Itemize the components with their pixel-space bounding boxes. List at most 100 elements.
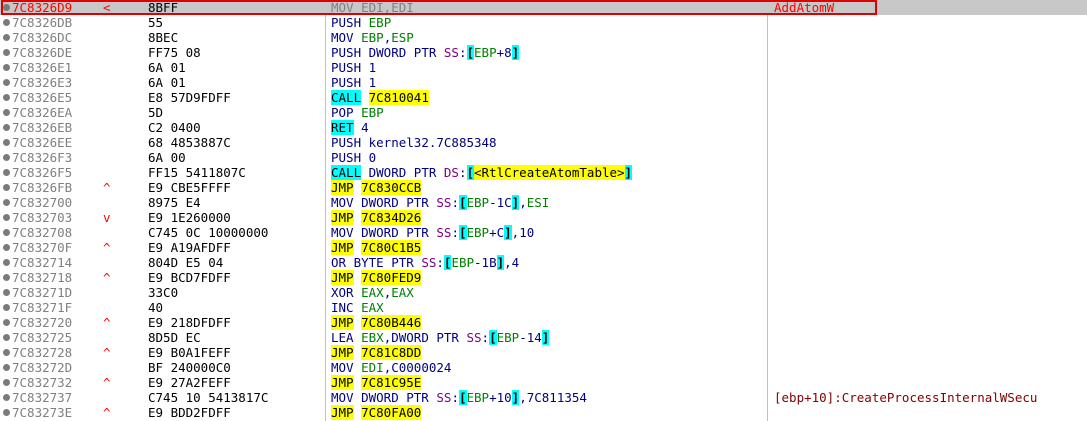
breakpoint-dot-icon[interactable] <box>3 124 10 131</box>
disasm-row[interactable]: 7C8326EA 5D POP EBP <box>0 105 1087 120</box>
jump-arrow-icon: v <box>103 210 111 225</box>
breakpoint-dot-icon[interactable] <box>3 169 10 176</box>
address: 7C832708 <box>12 225 73 240</box>
breakpoint-dot-icon[interactable] <box>3 364 10 371</box>
disasm-row[interactable]: 7C83271D 33C0 XOR EAX,EAX <box>0 285 1087 300</box>
disasm-row[interactable]: 7C8326FB ^ E9 CBE5FFFF JMP 7C830CCB <box>0 180 1087 195</box>
disasm-row[interactable]: 7C832737 C745 10 5413817C MOV DWORD PTR SS… <box>0 390 1087 405</box>
jump-arrow-icon: ^ <box>103 405 111 420</box>
address: 7C83270F <box>12 240 73 255</box>
breakpoint-dot-icon[interactable] <box>3 289 10 296</box>
instruction: PUSH 1 <box>331 60 377 75</box>
instruction: OR BYTE PTR SS:[EBP-1B],4 <box>331 255 520 270</box>
opcode-bytes: E9 BDD2FDFF <box>148 405 231 420</box>
disasm-row[interactable]: 7C832700 8975 E4 MOV DWORD PTR SS:[EBP-1C]… <box>0 195 1087 210</box>
instruction: PUSH EBP <box>331 15 392 30</box>
disasm-row[interactable]: 7C8326DC 8BEC MOV EBP,ESP <box>0 30 1087 45</box>
breakpoint-dot-icon[interactable] <box>3 304 10 311</box>
opcode-bytes: E9 A19AFDFF <box>148 240 231 255</box>
breakpoint-dot-icon[interactable] <box>3 154 10 161</box>
disasm-row[interactable]: 7C832728 ^ E9 B0A1FEFF JMP 7C81C8DD <box>0 345 1087 360</box>
breakpoint-dot-icon[interactable] <box>3 214 10 221</box>
breakpoint-dot-icon[interactable] <box>3 184 10 191</box>
breakpoint-dot-icon[interactable] <box>3 139 10 146</box>
breakpoint-dot-icon[interactable] <box>3 274 10 281</box>
disasm-row[interactable]: 7C832720 ^ E9 218DFDFF JMP 7C80B446 <box>0 315 1087 330</box>
jump-arrow-icon: ^ <box>103 345 111 360</box>
address: 7C8326EE <box>12 135 73 150</box>
address: 7C8326F5 <box>12 165 73 180</box>
disassembly-view[interactable]: 7C8326D9 <8BFF MOV EDI,EDI AddAtomW 7C8326DB… <box>0 0 1087 421</box>
instruction: PUSH DWORD PTR SS:[EBP+8] <box>331 45 520 60</box>
disasm-row[interactable]: 7C832714 804D E5 04 OR BYTE PTR SS:[EBP-1B… <box>0 255 1087 270</box>
breakpoint-dot-icon[interactable] <box>3 244 10 251</box>
opcode-bytes: 8BEC <box>148 30 179 45</box>
breakpoint-dot-icon[interactable] <box>3 334 10 341</box>
instruction: MOV EDI,C0000024 <box>331 360 452 375</box>
instruction: JMP 7C80B446 <box>331 315 422 330</box>
disasm-row[interactable]: 7C8326D9 <8BFF MOV EDI,EDI AddAtomW <box>0 0 1087 15</box>
breakpoint-dot-icon[interactable] <box>3 259 10 266</box>
opcode-bytes: 55 <box>148 15 164 30</box>
disasm-row[interactable]: 7C832703 v E9 1E260000 JMP 7C834D26 <box>0 210 1087 225</box>
breakpoint-dot-icon[interactable] <box>3 4 10 11</box>
address: 7C8326EB <box>12 120 73 135</box>
disasm-row[interactable]: 7C832718 ^ E9 BCD7FDFF JMP 7C80FED9 <box>0 270 1087 285</box>
disasm-row[interactable]: 7C8326E1 6A 01 PUSH 1 <box>0 60 1087 75</box>
disasm-row[interactable]: 7C8326DE FF75 08 PUSH DWORD PTR SS:[EBP+8] <box>0 45 1087 60</box>
instruction: JMP 7C834D26 <box>331 210 422 225</box>
opcode-bytes: 33C0 <box>148 285 179 300</box>
breakpoint-dot-icon[interactable] <box>3 409 10 416</box>
disasm-row[interactable]: 7C83271F 40 INC EAX <box>0 300 1087 315</box>
disasm-row[interactable]: 7C83270F ^ E9 A19AFDFF JMP 7C80C1B5 <box>0 240 1087 255</box>
disasm-row[interactable]: 7C8326EB C2 0400 RET 4 <box>0 120 1087 135</box>
address: 7C8326DC <box>12 30 73 45</box>
breakpoint-dot-icon[interactable] <box>3 109 10 116</box>
disassembly-rows: 7C8326D9 <8BFF MOV EDI,EDI AddAtomW 7C8326DB… <box>0 0 1087 420</box>
breakpoint-dot-icon[interactable] <box>3 79 10 86</box>
address: 7C832703 <box>12 210 73 225</box>
comment: AddAtomW <box>774 0 835 15</box>
breakpoint-dot-icon[interactable] <box>3 319 10 326</box>
instruction: CALL DWORD PTR DS:[<RtlCreateAtomTable>] <box>331 165 633 180</box>
disasm-row[interactable]: 7C83273E ^ E9 BDD2FDFF JMP 7C80FA00 <box>0 405 1087 420</box>
instruction: MOV DWORD PTR SS:[EBP+C],10 <box>331 225 535 240</box>
breakpoint-dot-icon[interactable] <box>3 349 10 356</box>
breakpoint-dot-icon[interactable] <box>3 199 10 206</box>
breakpoint-dot-icon[interactable] <box>3 64 10 71</box>
instruction: LEA EBX,DWORD PTR SS:[EBP-14] <box>331 330 550 345</box>
disasm-row[interactable]: 7C832725 8D5D EC LEA EBX,DWORD PTR SS:[EBP… <box>0 330 1087 345</box>
instruction: MOV DWORD PTR SS:[EBP-1C],ESI <box>331 195 550 210</box>
address: 7C8326E5 <box>12 90 73 105</box>
disasm-row[interactable]: 7C8326E3 6A 01 PUSH 1 <box>0 75 1087 90</box>
address: 7C832720 <box>12 315 73 330</box>
breakpoint-dot-icon[interactable] <box>3 94 10 101</box>
disasm-row[interactable]: 7C8326DB 55 PUSH EBP <box>0 15 1087 30</box>
disasm-row[interactable]: 7C83272D BF 240000C0 MOV EDI,C0000024 <box>0 360 1087 375</box>
instruction: PUSH 0 <box>331 150 377 165</box>
disasm-row[interactable]: 7C8326F3 6A 00 PUSH 0 <box>0 150 1087 165</box>
breakpoint-dot-icon[interactable] <box>3 49 10 56</box>
instruction: JMP 7C81C8DD <box>331 345 422 360</box>
opcode-bytes: 8BFF <box>148 0 179 15</box>
opcode-bytes: E9 1E260000 <box>148 210 231 225</box>
jump-arrow-icon: ^ <box>103 180 111 195</box>
instruction: PUSH kernel32.7C885348 <box>331 135 497 150</box>
instruction: POP EBP <box>331 105 384 120</box>
comment: [ebp+10]:CreateProcessInternalWSecu <box>774 390 1038 405</box>
disasm-row[interactable]: 7C832732 ^ E9 27A2FEFF JMP 7C81C95E <box>0 375 1087 390</box>
address: 7C832737 <box>12 390 73 405</box>
opcode-bytes: C2 0400 <box>148 120 201 135</box>
breakpoint-dot-icon[interactable] <box>3 229 10 236</box>
address: 7C832725 <box>12 330 73 345</box>
disasm-row[interactable]: 7C832708 C745 0C 10000000 MOV DWORD PTR SS… <box>0 225 1087 240</box>
disasm-row[interactable]: 7C8326F5 FF15 5411807C CALL DWORD PTR DS:[… <box>0 165 1087 180</box>
disasm-row[interactable]: 7C8326EE 68 4853887C PUSH kernel32.7C88534… <box>0 135 1087 150</box>
instruction: MOV EDI,EDI <box>331 0 414 15</box>
address: 7C832714 <box>12 255 73 270</box>
breakpoint-dot-icon[interactable] <box>3 19 10 26</box>
breakpoint-dot-icon[interactable] <box>3 34 10 41</box>
breakpoint-dot-icon[interactable] <box>3 379 10 386</box>
disasm-row[interactable]: 7C8326E5 E8 57D9FDFF CALL 7C810041 <box>0 90 1087 105</box>
breakpoint-dot-icon[interactable] <box>3 394 10 401</box>
